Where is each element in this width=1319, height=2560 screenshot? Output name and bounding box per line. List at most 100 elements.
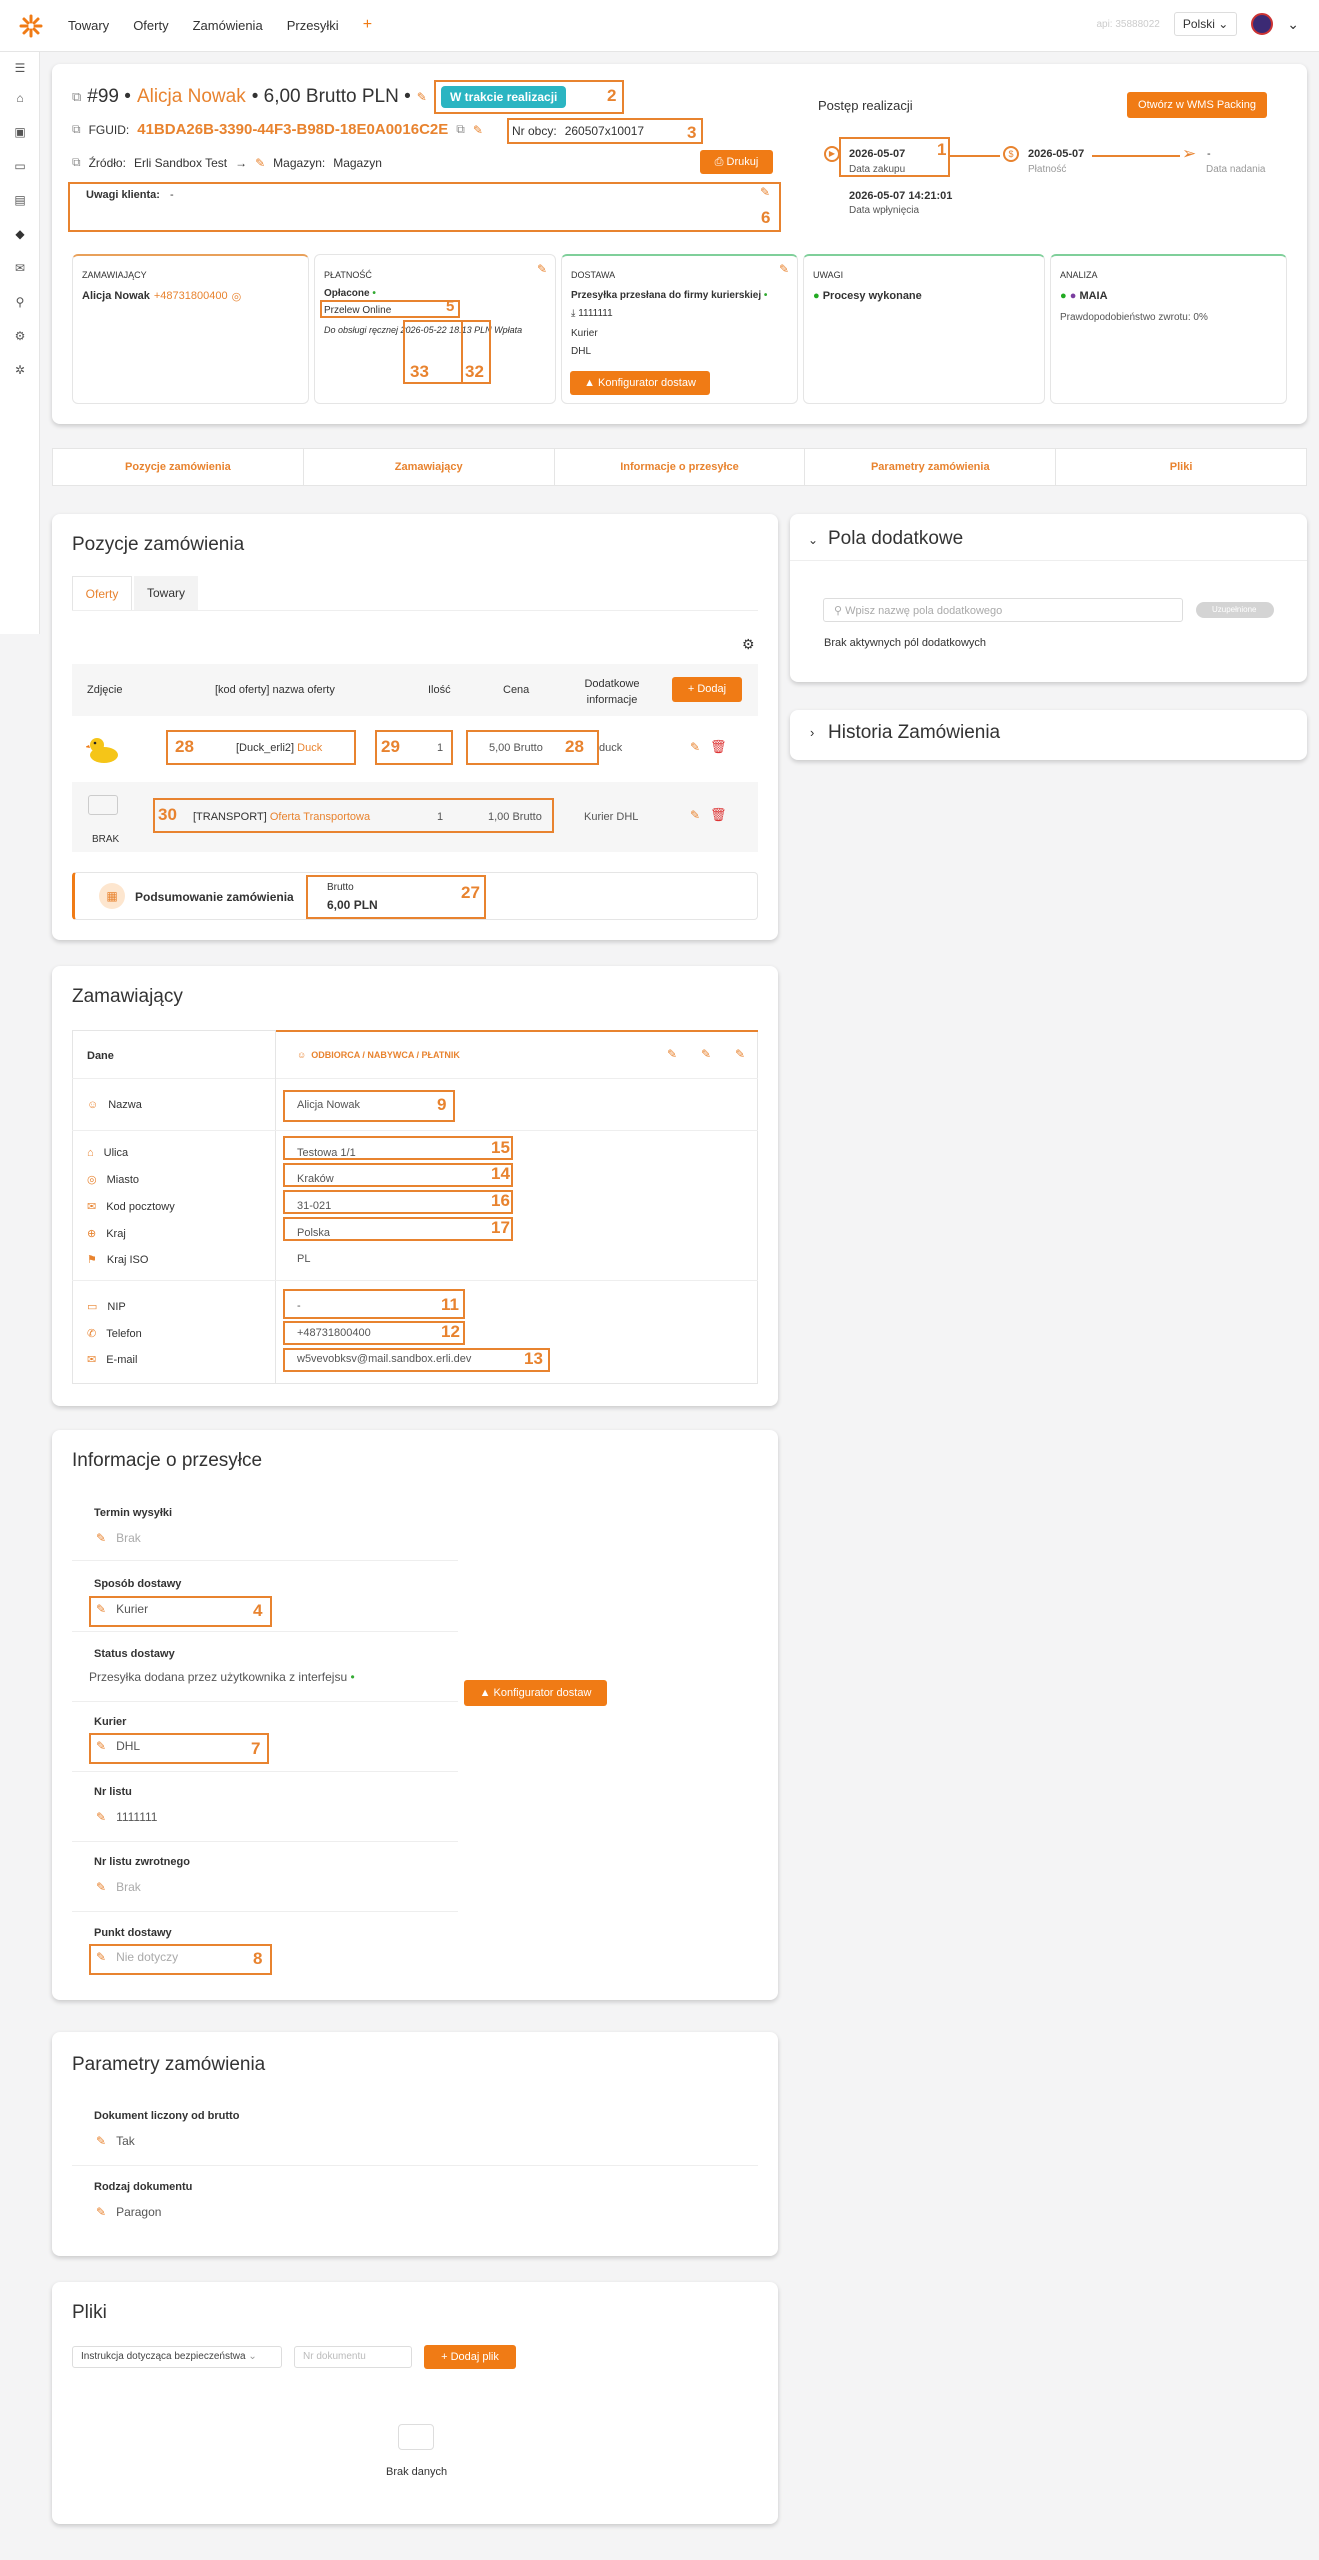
annotation-14: 14: [491, 1164, 510, 1183]
annotation-box-27: [306, 875, 486, 919]
boxes-icon[interactable]: ◆: [12, 226, 28, 242]
annotation-box-16: [283, 1190, 513, 1214]
document-icon[interactable]: ▤: [12, 192, 28, 208]
copy-icon[interactable]: ⧉: [72, 89, 81, 105]
buyer-section-title: Zamawiający: [72, 986, 183, 1007]
wms-button[interactable]: Otwórz w WMS Packing: [1127, 92, 1267, 118]
files-empty: Brak danych: [386, 2466, 448, 2478]
annotation-8: 8: [253, 1949, 263, 1968]
doc-number-input[interactable]: Nr dokumentu: [294, 2346, 412, 2368]
folder-icon[interactable]: ▭: [12, 158, 28, 174]
edit-icon: ✎: [96, 1880, 107, 1894]
user-icon: ☺: [87, 1099, 99, 1111]
chevron-down-icon[interactable]: ⌄: [1287, 16, 1299, 33]
annotation-box-17: [283, 1217, 513, 1241]
copy-icon[interactable]: ⧉: [72, 122, 81, 137]
edit-icon[interactable]: ✎: [690, 808, 700, 822]
print-label: Drukuj: [726, 156, 759, 168]
shipment-title: Informacje o przesyłce: [72, 1450, 263, 1471]
arrow-right-icon[interactable]: →: [235, 156, 247, 170]
file-type-select[interactable]: Instrukcja dotycząca bezpieczeństwa ⌄: [72, 2346, 282, 2368]
copy-icon[interactable]: ⧉: [456, 122, 465, 137]
nav-towary[interactable]: Towary: [68, 18, 109, 34]
copy-icon[interactable]: ⧉: [72, 155, 81, 170]
edit-icon[interactable]: ✎: [690, 740, 700, 754]
edit-icon[interactable]: ✎: [735, 1047, 745, 1061]
play-icon: ▶: [824, 146, 840, 162]
gross-doc-value[interactable]: ✎ Tak: [96, 2134, 135, 2148]
chevron-right-icon[interactable]: ›: [810, 725, 814, 740]
divider: [72, 1701, 458, 1702]
edit-icon[interactable]: ✎: [667, 1047, 677, 1061]
delete-icon[interactable]: 🗑: [710, 739, 727, 755]
delivery-configurator-button[interactable]: ▲ Konfigurator dostaw: [570, 371, 710, 395]
tab-params[interactable]: Parametry zamówienia: [805, 449, 1057, 485]
settings-icon[interactable]: ✲: [12, 362, 28, 378]
send-icon: ➢: [1182, 144, 1197, 163]
annotation-box-11: [283, 1289, 465, 1319]
subtab-oferty[interactable]: Oferty: [72, 576, 132, 610]
nav-oferty[interactable]: Oferty: [133, 18, 168, 34]
row-street-label: ⌂ Ulica: [87, 1147, 129, 1159]
home-icon[interactable]: ⌂: [12, 90, 28, 106]
edit-icon[interactable]: ✎: [473, 123, 483, 137]
doc-type-label: Rodzaj dokumentu: [94, 2181, 193, 2193]
add-position-label: Dodaj: [697, 683, 727, 695]
avatar[interactable]: [1251, 13, 1274, 35]
gear-icon[interactable]: ⚙: [12, 328, 28, 344]
link-icon[interactable]: ⚲: [12, 294, 28, 310]
nav-add-button[interactable]: +: [363, 16, 372, 34]
customer-name[interactable]: Alicja Nowak: [137, 86, 246, 108]
shipping-card-title: DOSTAWA: [571, 270, 616, 280]
api-id: api: 35888022: [1096, 18, 1160, 30]
nav-przesylki[interactable]: Przesyłki: [287, 18, 339, 34]
completed-toggle[interactable]: Uzupełnione: [1196, 602, 1274, 618]
buyer-card-name[interactable]: Alicja Nowak: [82, 290, 150, 303]
nav-zamowienia[interactable]: Zamówienia: [193, 18, 263, 34]
tab-positions[interactable]: Pozycje zamówienia: [53, 449, 304, 485]
payment-card-title: PŁATNOŚĆ: [324, 270, 372, 280]
shipping-desc: Przesyłka przesłana do firmy kurierskiej…: [571, 290, 768, 301]
subtab-towary[interactable]: Towary: [134, 576, 198, 610]
edit-icon[interactable]: ✎: [417, 90, 427, 104]
source-value[interactable]: Erli Sandbox Test: [134, 156, 227, 170]
app-logo[interactable]: [18, 13, 44, 39]
row-country-label: ⊕ Kraj: [87, 1227, 126, 1241]
extra-fields-title: Pola dodatkowe: [828, 528, 964, 549]
pickup-point-label: Punkt dostawy: [94, 1927, 172, 1939]
annotation-9: 9: [437, 1095, 447, 1114]
top-right: api: 35888022 Polski ⌄ ⌄: [1096, 12, 1299, 36]
summary-label: Podsumowanie zamówienia: [135, 890, 294, 904]
extra-fields-search[interactable]: ⚲ Wpisz nazwę pola dodatkowego: [823, 598, 1183, 622]
tab-files[interactable]: Pliki: [1056, 449, 1306, 485]
tracking-value[interactable]: ✎ 1111111: [96, 1810, 157, 1824]
delete-icon[interactable]: 🗑: [710, 807, 727, 823]
buyer-card-phone[interactable]: +48731800400: [154, 290, 228, 303]
return-tracking-value[interactable]: ✎ Brak: [96, 1880, 141, 1894]
bag-icon[interactable]: ▣: [12, 124, 28, 140]
tab-buyer[interactable]: Zamawiający: [304, 449, 555, 485]
annotation-31: 30: [158, 805, 177, 824]
menu-icon[interactable]: ☰: [12, 60, 28, 76]
settings-icon[interactable]: ⚙: [742, 636, 755, 653]
annotation-box-1: [839, 137, 950, 177]
chevron-down-icon[interactable]: ⌄: [808, 533, 818, 547]
edit-icon[interactable]: ✎: [701, 1047, 711, 1061]
row-phone-label: ✆ Telefon: [87, 1327, 142, 1341]
doc-type-value[interactable]: ✎ Paragon: [96, 2205, 161, 2219]
history-title[interactable]: Historia Zamówienia: [828, 722, 1000, 744]
mail-icon[interactable]: ✉: [12, 260, 28, 276]
edit-icon[interactable]: ✎: [255, 156, 265, 170]
row-email-label: ✉ E-mail: [87, 1353, 138, 1367]
tab-shipment[interactable]: Informacje o przesyłce: [555, 449, 806, 485]
edit-icon[interactable]: ✎: [779, 262, 789, 276]
add-position-button[interactable]: + Dodaj: [672, 677, 742, 702]
shipping-tracking[interactable]: ⤓ 1111111: [571, 308, 613, 319]
add-file-button[interactable]: + Dodaj plik: [424, 2345, 516, 2369]
order-title: ⧉ #99 • Alicja Nowak • 6,00 Brutto PLN •…: [72, 86, 427, 108]
shipment-date-value[interactable]: ✎ Brak: [96, 1531, 141, 1545]
delivery-configurator-button[interactable]: ▲ Konfigurator dostaw: [464, 1680, 607, 1706]
edit-icon[interactable]: ✎: [537, 262, 547, 276]
language-select[interactable]: Polski ⌄: [1173, 12, 1238, 36]
print-button[interactable]: ⎙ Drukuj: [700, 150, 773, 174]
